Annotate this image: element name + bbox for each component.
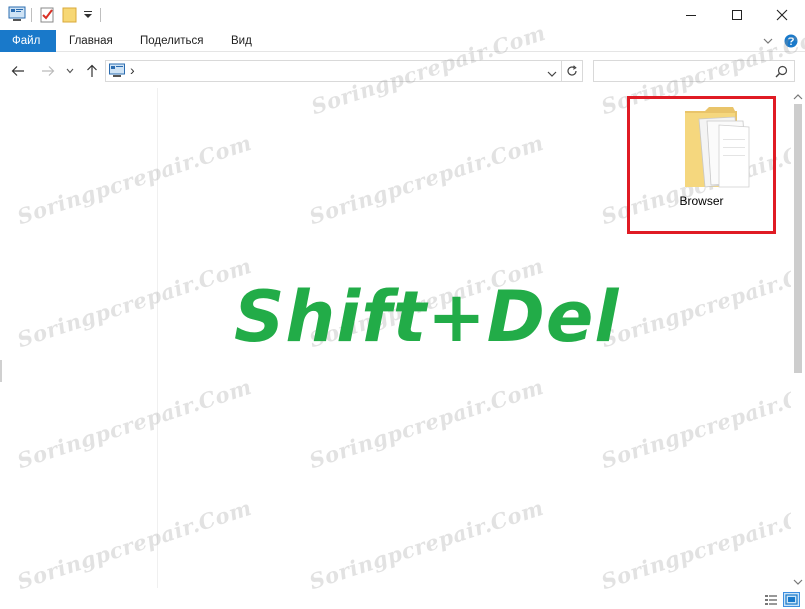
ribbon-collapse-button[interactable]: [760, 30, 776, 52]
customize-dropdown-icon[interactable]: [83, 9, 93, 23]
help-icon: [784, 34, 798, 48]
search-icon[interactable]: [775, 65, 788, 81]
vertical-scrollbar[interactable]: [791, 88, 805, 588]
computer-icon: [109, 63, 125, 81]
search-input[interactable]: [594, 61, 769, 81]
details-view-icon: [764, 594, 777, 605]
folder-item-browser[interactable]: Browser: [627, 96, 776, 234]
up-arrow-icon: [87, 64, 97, 77]
scroll-up-icon[interactable]: [793, 90, 803, 104]
chevron-down-icon: [547, 71, 557, 77]
address-history-button[interactable]: [547, 67, 557, 81]
help-button[interactable]: [782, 30, 800, 52]
toolbar-separator: [31, 8, 32, 22]
close-button[interactable]: [759, 0, 805, 30]
maximize-button[interactable]: [714, 0, 760, 30]
ribbon-tabs: Файл Главная Поделиться Вид: [0, 30, 805, 52]
toolbar-separator: [100, 8, 101, 22]
minimize-icon: [686, 15, 696, 16]
back-arrow-icon: [11, 66, 24, 76]
scroll-down-icon[interactable]: [793, 575, 803, 589]
tab-home[interactable]: Главная: [57, 30, 125, 52]
forward-arrow-icon: [42, 66, 55, 76]
minimize-button[interactable]: [668, 0, 714, 30]
close-icon: [776, 9, 788, 21]
pane-resize-handle[interactable]: [0, 360, 2, 382]
refresh-button[interactable]: [561, 60, 583, 82]
folder-label[interactable]: Browser: [630, 194, 773, 208]
maximize-icon: [732, 10, 742, 20]
large-icons-view-icon: [785, 594, 798, 605]
search-box[interactable]: [593, 60, 795, 82]
computer-icon[interactable]: [8, 6, 26, 25]
navigation-bar: ›: [0, 56, 805, 86]
folder-icon: [683, 105, 751, 192]
address-bar[interactable]: ›: [105, 60, 562, 82]
back-button[interactable]: [8, 60, 28, 82]
path-separator[interactable]: ›: [130, 62, 135, 78]
tab-view[interactable]: Вид: [219, 30, 264, 52]
large-icons-view-button[interactable]: [783, 592, 800, 607]
title-bar: [0, 0, 805, 30]
forward-button[interactable]: [38, 60, 58, 82]
recent-dropdown-icon: [66, 68, 74, 74]
shift-del-overlay-text: Shift+Del: [234, 276, 620, 358]
up-button[interactable]: [82, 60, 102, 82]
tab-share[interactable]: Поделиться: [128, 30, 216, 52]
status-bar: [0, 590, 805, 609]
details-view-button[interactable]: [762, 592, 779, 607]
new-folder-icon[interactable]: [62, 6, 77, 26]
refresh-icon: [567, 65, 577, 76]
scrollbar-thumb[interactable]: [794, 104, 802, 373]
recent-locations-button[interactable]: [64, 60, 76, 82]
properties-check-icon[interactable]: [39, 6, 55, 26]
chevron-down-icon: [763, 38, 773, 44]
tab-file[interactable]: Файл: [0, 30, 56, 52]
navigation-pane[interactable]: [0, 88, 158, 588]
